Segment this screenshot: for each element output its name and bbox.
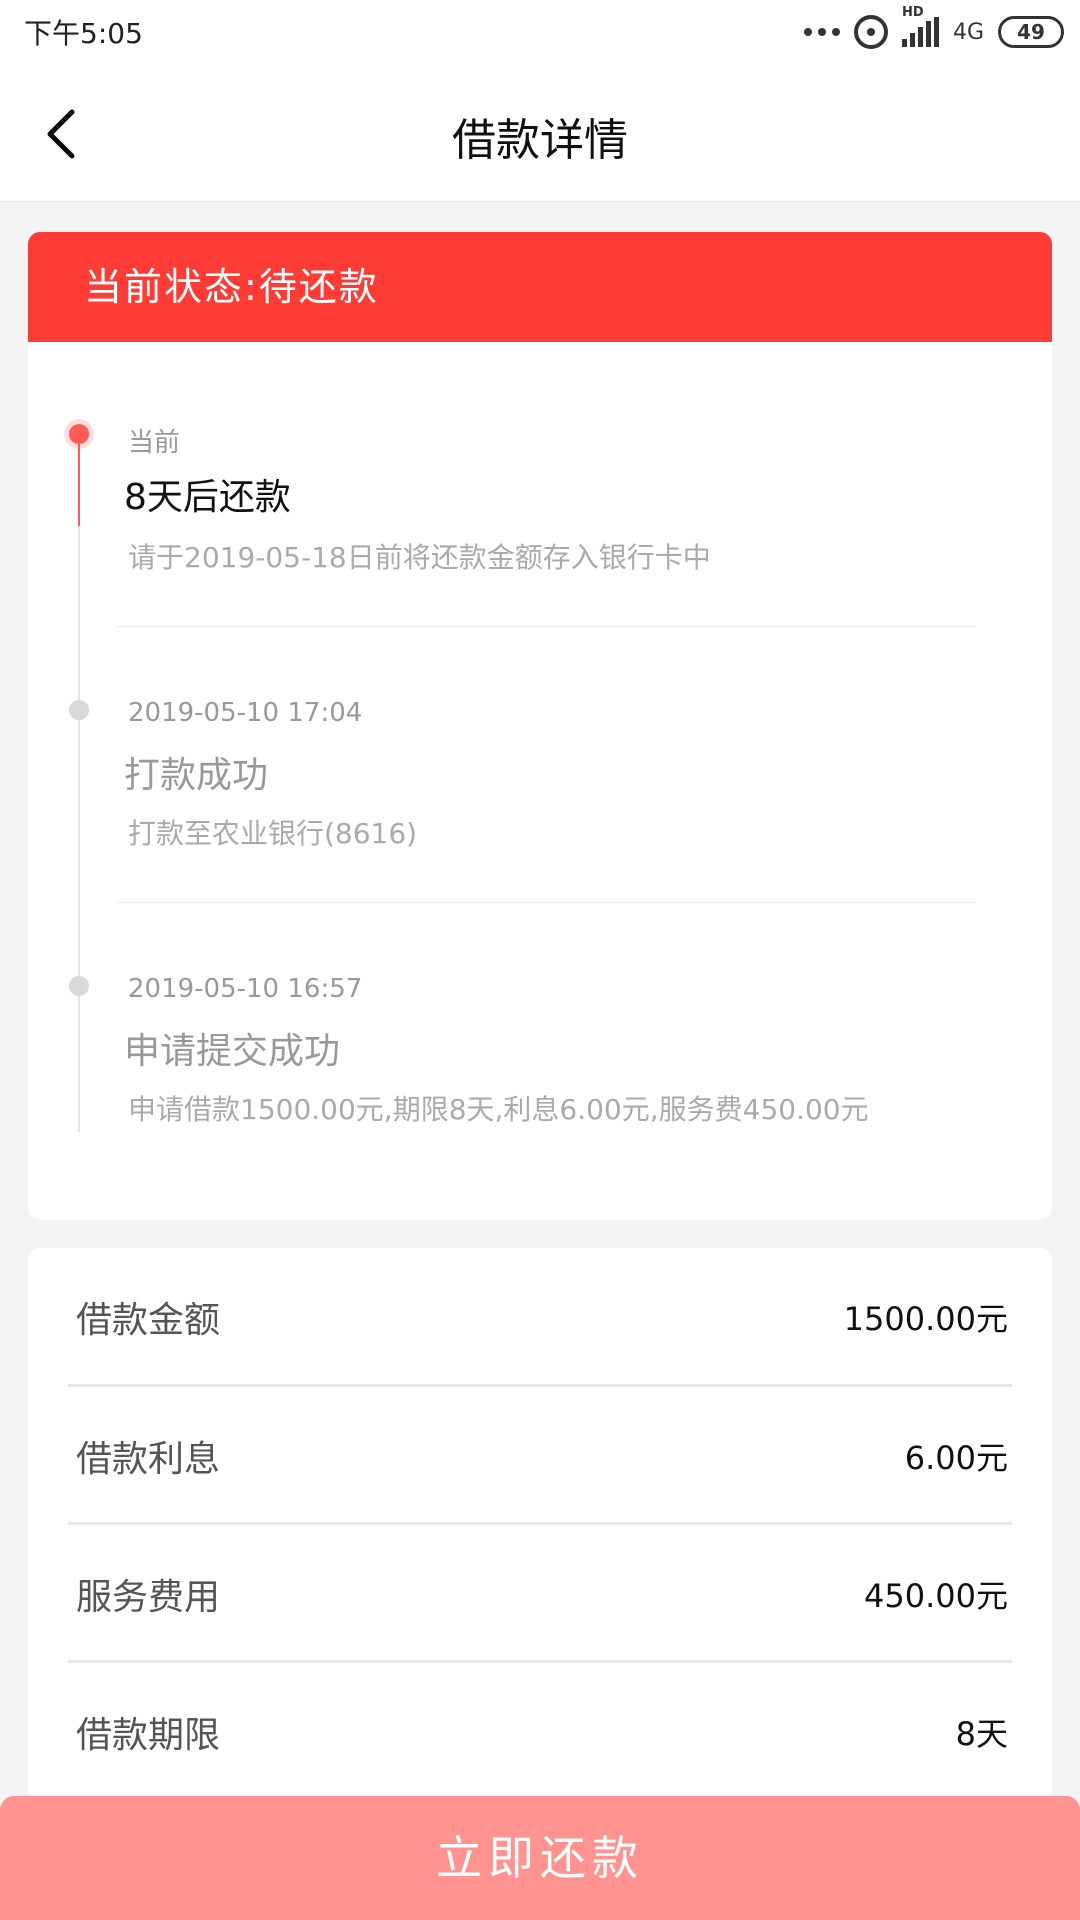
info-label: 服务费用 xyxy=(76,1577,221,1618)
loan-info-card: 借款金额 1500.00元 借款利息 6.00元 服务费用 450.00元 借款… xyxy=(28,1248,1052,1808)
info-row-interest: 借款利息 6.00元 xyxy=(68,1387,1012,1525)
timeline-track xyxy=(78,434,80,1132)
timeline-item-top: 当前 xyxy=(128,428,181,458)
timeline-item-title: 8天后还款 xyxy=(124,477,291,518)
current-status-banner: 当前状态:待还款 xyxy=(28,232,1052,342)
info-value: 1500.00元 xyxy=(843,1300,1008,1338)
timeline-track-active xyxy=(78,434,80,526)
info-value: 450.00元 xyxy=(864,1577,1008,1615)
info-label: 借款期限 xyxy=(76,1715,221,1756)
info-label: 借款金额 xyxy=(76,1300,221,1341)
loan-status-card: 当前状态:待还款 当前 8天后还款 请于2019-05-18日前将还款金额存入银… xyxy=(28,232,1052,1220)
info-label: 借款利息 xyxy=(76,1439,221,1480)
timeline-item-desc: 请于2019-05-18日前将还款金额存入银行卡中 xyxy=(128,541,711,574)
status-icons: HD 4G 49 xyxy=(803,5,1064,50)
timeline-item-desc: 打款至农业银行(8616) xyxy=(128,817,418,850)
status-time: 下午5:05 xyxy=(24,17,143,50)
more-dots-icon xyxy=(803,28,840,36)
signal-icon: HD xyxy=(901,5,939,47)
status-bar: 下午5:05 HD 4G 49 xyxy=(0,0,1080,66)
timeline-dot-icon xyxy=(69,976,89,996)
timeline-item-top: 2019-05-10 17:04 xyxy=(128,698,363,728)
page-title: 借款详情 xyxy=(452,115,628,166)
repay-now-button[interactable]: 立即还款 xyxy=(0,1796,1080,1920)
info-value: 8天 xyxy=(955,1715,1008,1753)
timeline-item-desc: 申请借款1500.00元,期限8天,利息6.00元,服务费450.00元 xyxy=(128,1093,869,1126)
info-row-term: 借款期限 8天 xyxy=(68,1663,1012,1801)
timeline-divider xyxy=(116,626,976,627)
timeline-item-title: 打款成功 xyxy=(124,755,269,796)
timeline-item-top: 2019-05-10 16:57 xyxy=(128,974,363,1004)
info-row-service-fee: 服务费用 450.00元 xyxy=(68,1525,1012,1663)
nav-bar: 借款详情 xyxy=(0,66,1080,202)
battery-icon: 49 xyxy=(998,16,1064,48)
info-row-amount: 借款金额 1500.00元 xyxy=(68,1248,1012,1386)
hd-label: HD xyxy=(901,5,924,20)
timeline-divider xyxy=(116,902,976,903)
timeline-item-title: 申请提交成功 xyxy=(124,1031,341,1072)
battery-level: 49 xyxy=(1017,20,1045,44)
info-value: 6.00元 xyxy=(904,1439,1008,1477)
network-type: 4G xyxy=(952,19,984,45)
hotspot-icon xyxy=(853,15,888,49)
timeline-dot-icon xyxy=(69,700,89,720)
timeline-dot-active-icon xyxy=(69,424,89,444)
